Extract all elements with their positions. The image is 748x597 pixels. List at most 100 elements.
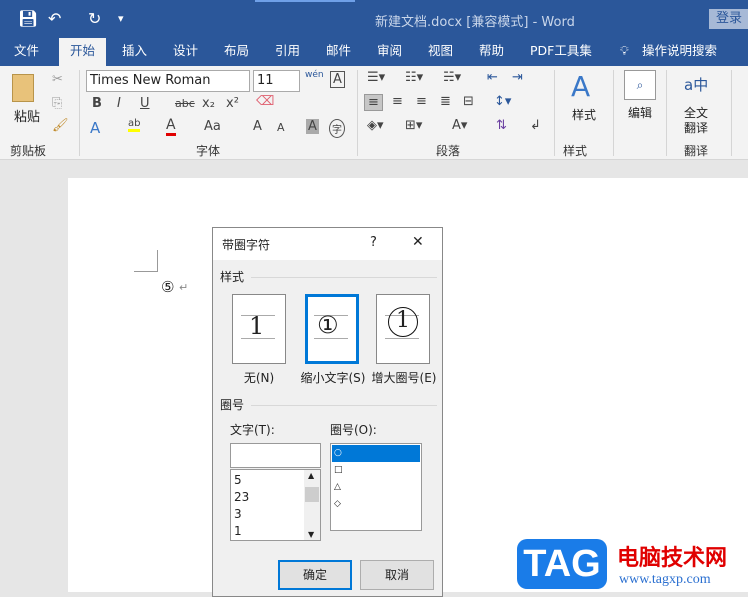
style-label-shrink[interactable]: 缩小文字(S): [293, 369, 373, 386]
login-button[interactable]: 登录: [709, 9, 748, 29]
underline-button[interactable]: U: [140, 96, 150, 111]
grow-font-button[interactable]: A: [253, 119, 262, 134]
styles-button[interactable]: 样式: [572, 106, 596, 123]
clear-format-icon[interactable]: ⌫: [256, 94, 274, 109]
format-painter-icon[interactable]: 🖌︎: [52, 118, 69, 133]
watermark: TAG 电脑技术网 www.tagxp.com: [515, 536, 748, 592]
strikethrough-button[interactable]: abc: [175, 97, 195, 110]
scrollbar[interactable]: ▲ ▼: [304, 470, 320, 540]
ok-button[interactable]: 确定: [278, 560, 352, 590]
enclose-section-label: 圈号: [220, 398, 245, 412]
shading-icon[interactable]: ◈▾: [367, 118, 384, 133]
subscript-button[interactable]: x₂: [202, 96, 215, 111]
bullets-icon[interactable]: ☰▾: [367, 70, 385, 85]
font-color-icon[interactable]: A: [166, 117, 176, 136]
justify-icon[interactable]: ≣: [440, 94, 451, 109]
customize-qat-icon[interactable]: ▾: [118, 12, 124, 25]
tab-references[interactable]: 引用: [267, 38, 308, 66]
tab-design[interactable]: 设计: [165, 38, 206, 66]
close-button[interactable]: ✕: [412, 234, 424, 250]
undo-icon[interactable]: ↶: [48, 9, 61, 28]
style-option-enlarge-symbol[interactable]: 1: [376, 294, 430, 364]
superscript-button[interactable]: x²: [226, 96, 239, 111]
scroll-down-icon[interactable]: ▼: [308, 530, 314, 539]
separator: [666, 70, 667, 156]
tell-me-search[interactable]: 操作说明搜索: [634, 38, 725, 66]
decrease-indent-icon[interactable]: ⇤: [487, 70, 498, 85]
enclose-char-button[interactable]: 字: [329, 119, 345, 138]
copy-icon[interactable]: ⎘: [52, 96, 62, 111]
shrink-font-button[interactable]: A: [277, 121, 285, 134]
tab-mailings[interactable]: 邮件: [318, 38, 359, 66]
multilevel-list-icon[interactable]: ☵▾: [443, 70, 461, 85]
title-accent: [255, 0, 355, 2]
tab-pdf-tools[interactable]: PDF工具集: [522, 38, 600, 66]
text-label: 文字(T):: [230, 423, 275, 437]
style-option-none[interactable]: 1: [232, 294, 286, 364]
cut-icon[interactable]: ✂: [52, 72, 63, 87]
change-case-button[interactable]: Aa: [204, 119, 221, 134]
style-option-shrink-text[interactable]: ①: [305, 294, 359, 364]
line-spacing-icon[interactable]: ↕▾: [494, 94, 511, 109]
font-name-combo[interactable]: Times New Roman: [86, 70, 250, 92]
show-marks-icon[interactable]: ↲: [530, 118, 541, 133]
enclosure-list[interactable]: ○ □ △ ◇: [330, 443, 422, 531]
text-list[interactable]: 5 23 3 1 ▲ ▼: [230, 469, 321, 541]
tab-help[interactable]: 帮助: [471, 38, 512, 66]
redo-icon[interactable]: ↻: [88, 9, 101, 28]
bold-button[interactable]: B: [92, 96, 102, 111]
styles-icon[interactable]: A: [571, 70, 590, 103]
enclosure-item[interactable]: △: [332, 479, 420, 496]
scroll-up-icon[interactable]: ▲: [308, 471, 314, 480]
align-right-icon[interactable]: ≡: [416, 94, 427, 109]
editing-button[interactable]: 编辑: [628, 104, 652, 121]
borders-icon[interactable]: ⊞▾: [405, 118, 422, 133]
paste-icon[interactable]: [12, 74, 34, 102]
paste-button[interactable]: 粘贴: [14, 106, 40, 125]
tab-insert[interactable]: 插入: [114, 38, 155, 66]
scroll-thumb[interactable]: [305, 487, 319, 502]
text-effects-icon[interactable]: A: [90, 119, 100, 137]
enclose-characters-dialog: 带圈字符 ? ✕ 样式 1 ① 1 无(N) 缩小文字(S) 增大圈号(E) 圈…: [212, 227, 443, 597]
translate-button[interactable]: 全文翻译: [684, 106, 710, 136]
enclosure-item-selected[interactable]: ○: [332, 445, 420, 462]
enclosure-item[interactable]: □: [332, 462, 420, 479]
align-center-icon[interactable]: ≡: [392, 94, 403, 109]
asian-layout-icon[interactable]: A▾: [452, 118, 467, 133]
tab-review[interactable]: 审阅: [369, 38, 410, 66]
divider: [251, 405, 437, 406]
find-icon[interactable]: ⌕: [624, 70, 656, 100]
separator: [554, 70, 555, 156]
sample-text: 1: [396, 308, 410, 333]
text-input[interactable]: [230, 443, 321, 468]
dialog-title: 带圈字符: [222, 238, 271, 252]
tab-layout[interactable]: 布局: [216, 38, 257, 66]
highlight-icon[interactable]: ab: [128, 118, 141, 132]
distributed-icon[interactable]: ⊟: [463, 94, 474, 109]
enclosed-character[interactable]: ⑤: [161, 278, 174, 296]
save-icon[interactable]: 💾︎: [18, 9, 38, 28]
watermark-site-name: 电脑技术网: [617, 545, 728, 571]
phonetic-guide-icon[interactable]: wén: [305, 70, 324, 80]
translate-icon[interactable]: a中: [684, 74, 708, 95]
numbering-icon[interactable]: ☷▾: [405, 70, 423, 85]
tab-home[interactable]: 开始: [59, 38, 106, 66]
style-label-enlarge[interactable]: 增大圈号(E): [364, 369, 444, 386]
char-shading-button[interactable]: A: [306, 119, 319, 134]
char-border-icon[interactable]: A: [330, 71, 345, 88]
help-button[interactable]: ?: [370, 235, 377, 250]
tab-file[interactable]: 文件: [6, 38, 47, 66]
style-label-none[interactable]: 无(N): [219, 369, 299, 386]
tab-view[interactable]: 视图: [420, 38, 461, 66]
sample-text: 1: [249, 312, 265, 340]
group-clipboard: 剪贴板: [10, 144, 47, 158]
dialog-header: 带圈字符 ? ✕: [213, 228, 442, 260]
font-size-combo[interactable]: 11: [253, 70, 300, 92]
sort-icon[interactable]: ⇅: [496, 118, 507, 133]
cancel-button[interactable]: 取消: [360, 560, 434, 590]
italic-button[interactable]: I: [117, 96, 121, 111]
watermark-logo: TAG: [517, 539, 607, 589]
increase-indent-icon[interactable]: ⇥: [512, 70, 523, 85]
align-left-icon[interactable]: ≡: [364, 94, 383, 111]
enclosure-item[interactable]: ◇: [332, 496, 420, 513]
